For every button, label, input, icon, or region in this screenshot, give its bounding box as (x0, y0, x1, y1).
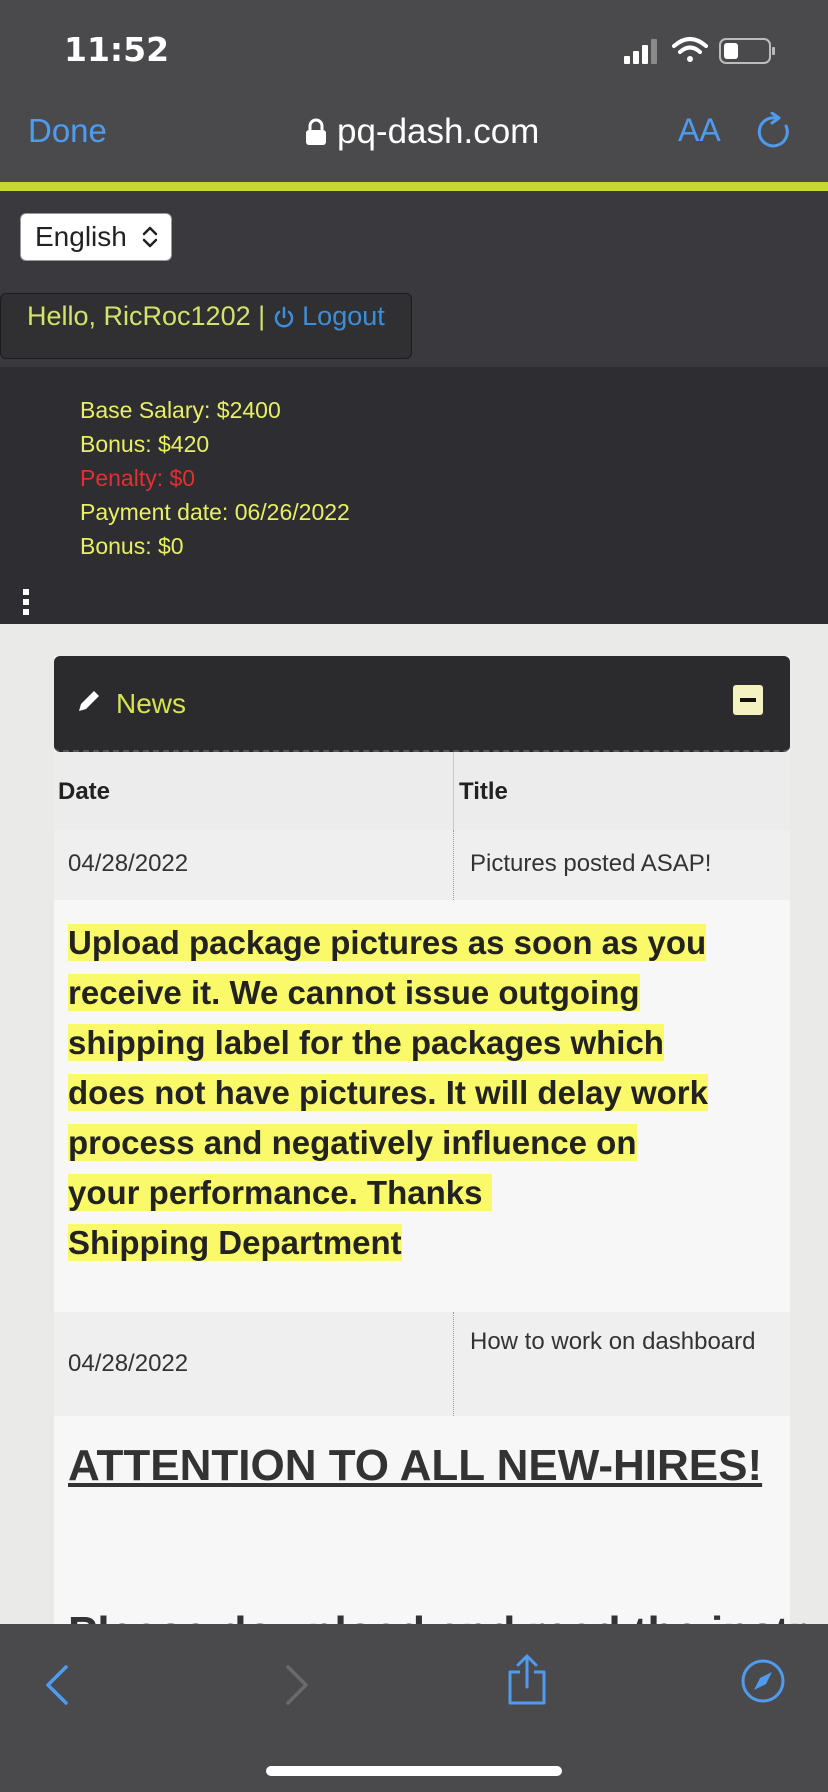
content-area: News Date Title 04/28/2022 Pictures post… (0, 624, 828, 1624)
browser-toolbar: Done pq-dash.com AA (0, 92, 828, 182)
news-title: News (116, 688, 187, 719)
table-row[interactable]: 04/28/2022 How to work on dashboard (54, 1312, 790, 1416)
status-time: 11:52 (64, 30, 170, 69)
pencil-icon (79, 691, 99, 711)
user-panel: Hello, RicRoc1202 | Logout Base Salary: … (0, 271, 828, 624)
table-row[interactable]: 04/28/2022 Pictures posted ASAP! (54, 830, 790, 900)
news-body-line: Shipping Department (68, 1224, 402, 1261)
done-button[interactable]: Done (28, 112, 107, 150)
news-body: Upload package pictures as soon as you r… (68, 918, 788, 1268)
language-select[interactable]: English (20, 213, 172, 261)
language-bar: English (0, 191, 828, 271)
text-size-label: AA (678, 112, 721, 148)
news-title-cell: Pictures posted ASAP! (470, 850, 712, 877)
news-header: News (54, 656, 790, 752)
account-info: Base Salary: $2400 Bonus: $420 Penalty: … (80, 393, 350, 563)
compass-icon[interactable] (740, 1658, 786, 1704)
news-date: 04/28/2022 (68, 850, 189, 877)
base-salary: Base Salary: $2400 (80, 397, 281, 423)
minus-icon (733, 685, 763, 715)
news-body-partial: Please download and read the instruction… (68, 1608, 828, 1624)
news-body-line: your performance. Thanks (68, 1174, 492, 1211)
news-title-cell: How to work on dashboard (470, 1328, 756, 1355)
cell-divider (453, 830, 454, 900)
battery-icon (719, 38, 775, 64)
penalty: Penalty: $0 (80, 465, 196, 491)
forward-icon[interactable] (284, 1664, 310, 1706)
signal-icon (624, 39, 657, 64)
logout-label: Logout (302, 301, 385, 331)
accent-line (0, 182, 828, 191)
status-bar: 11:52 (0, 0, 828, 92)
bonus: Bonus: $420 (80, 431, 210, 457)
news-body-line: receive it. We cannot issue outgoing (68, 974, 640, 1011)
collapse-button[interactable] (728, 680, 768, 720)
address-bar[interactable]: pq-dash.com (305, 110, 539, 154)
news-body-line: shipping label for the packages which (68, 1024, 664, 1061)
text-size-button[interactable]: AA (678, 112, 721, 149)
news-widget: News Date Title 04/28/2022 Pictures post… (54, 656, 828, 1624)
cell-divider (453, 1312, 454, 1416)
url-text: pq-dash.com (337, 112, 540, 151)
wifi-icon (672, 37, 708, 62)
logout-link[interactable]: Logout (273, 301, 385, 331)
greeting-text: Hello, RicRoc1202 | (27, 301, 266, 331)
payment-date: Payment date: 06/26/2022 (80, 499, 350, 525)
bonus-extra: Bonus: $0 (80, 533, 184, 559)
user-greeting: Hello, RicRoc1202 | Logout (27, 301, 385, 332)
news-body-line: Upload package pictures as soon as you (68, 924, 707, 961)
lock-icon (306, 118, 326, 145)
reload-icon[interactable] (756, 112, 794, 152)
news-body-heading: ATTENTION TO ALL NEW-HIRES! (68, 1441, 763, 1490)
news-body-line: does not have pictures. It will delay wo… (68, 1074, 709, 1111)
column-divider (453, 752, 454, 830)
news-date: 04/28/2022 (68, 1350, 189, 1377)
updown-chevron-icon (142, 226, 158, 248)
language-selected: English (35, 221, 127, 252)
kebab-menu-icon[interactable] (22, 589, 30, 615)
browser-bottom-toolbar (0, 1624, 828, 1792)
status-icons (624, 37, 775, 64)
home-indicator (266, 1766, 562, 1776)
power-icon (274, 306, 293, 328)
share-icon[interactable] (506, 1654, 548, 1706)
news-body-line: process and negatively influence on (68, 1124, 637, 1161)
column-header-title[interactable]: Title (459, 778, 508, 806)
column-header-date[interactable]: Date (58, 778, 110, 806)
back-icon[interactable] (44, 1664, 70, 1706)
news-table-header: Date Title (54, 752, 790, 831)
